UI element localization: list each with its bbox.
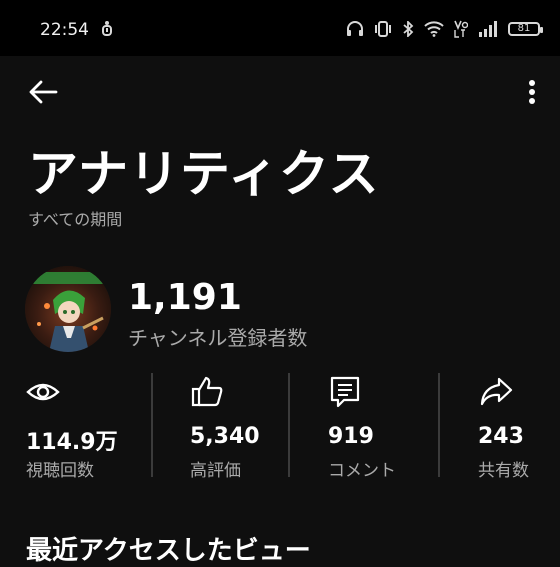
stat-likes[interactable]: 5,340 高評価 <box>190 372 310 481</box>
divider <box>438 373 440 477</box>
more-vertical-icon <box>529 80 535 104</box>
back-button[interactable] <box>22 74 62 114</box>
stat-comments[interactable]: 919 コメント <box>328 372 448 481</box>
app-notification-icon <box>102 21 112 36</box>
stat-value: 5,340 <box>190 424 260 449</box>
subscriber-label: チャンネル登録者数 <box>128 326 308 350</box>
more-options-button[interactable] <box>522 74 542 114</box>
comment-icon <box>330 376 360 408</box>
vibrate-icon <box>375 21 391 37</box>
stat-value: 114.9万 <box>26 430 118 455</box>
stat-label: 高評価 <box>190 461 241 481</box>
status-icons: 81 <box>346 19 543 39</box>
subscriber-count: 1,191 <box>128 277 242 318</box>
recent-views-heading: 最近アクセスしたビュー <box>26 536 311 566</box>
thumbs-up-icon <box>191 376 223 407</box>
stat-label: 共有数 <box>478 461 529 481</box>
page-title: アナリティクス <box>28 145 380 203</box>
eye-icon <box>26 383 60 401</box>
wifi-icon <box>424 21 444 37</box>
stat-value: 243 <box>478 424 524 449</box>
stat-value: 919 <box>328 424 374 449</box>
status-bar: 22:54 81 <box>0 0 560 56</box>
stat-views[interactable]: 114.9万 視聴回数 <box>25 372 145 481</box>
bluetooth-icon <box>403 21 414 37</box>
period-label[interactable]: すべての期間 <box>28 206 122 230</box>
share-icon <box>480 377 513 406</box>
divider <box>151 373 153 477</box>
channel-avatar <box>25 266 111 352</box>
headphones-icon <box>347 21 363 36</box>
arrow-left-icon <box>29 80 58 104</box>
app-header <box>0 56 560 134</box>
stat-label: 視聴回数 <box>26 461 94 481</box>
stat-label: コメント <box>328 461 396 481</box>
divider <box>288 373 290 477</box>
volte-icon <box>454 20 468 38</box>
signal-icon <box>479 21 497 37</box>
status-time: 22:54 <box>40 20 89 40</box>
stat-shares[interactable]: 243 共有数 <box>478 372 560 481</box>
battery-icon: 81 <box>508 22 543 36</box>
